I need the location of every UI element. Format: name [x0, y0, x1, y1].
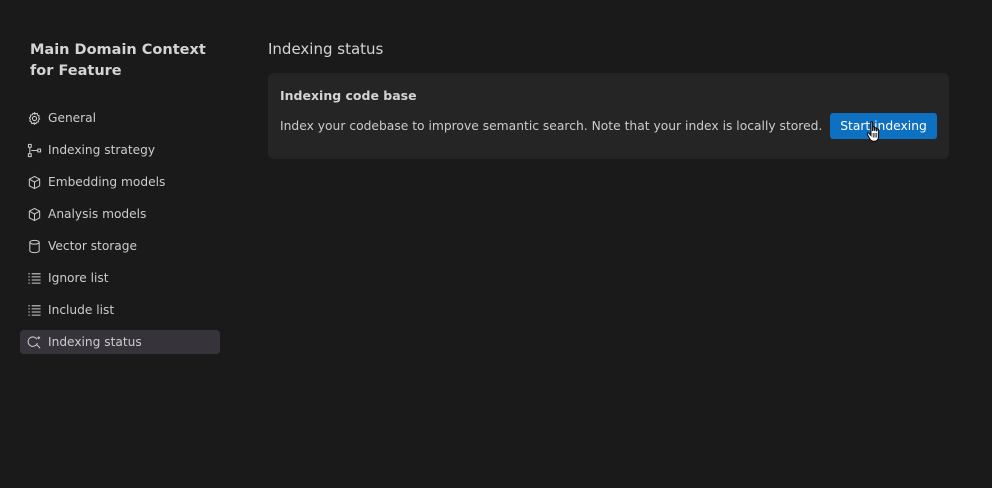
sidebar-item-indexing-strategy[interactable]: Indexing strategy	[20, 138, 220, 162]
database-icon	[26, 238, 42, 254]
sidebar-item-label: Ignore list	[48, 271, 109, 285]
cube-icon	[26, 174, 42, 190]
cube-icon	[26, 206, 42, 222]
sidebar-title: Main Domain Context for Feature	[30, 42, 206, 79]
settings-sidebar: Main Domain Context for Feature General	[20, 40, 220, 354]
sidebar-item-vector-storage[interactable]: Vector storage	[20, 234, 220, 258]
card-description: Index your codebase to improve semantic …	[280, 119, 823, 133]
search-sparkle-icon	[26, 334, 42, 350]
card-title: Indexing code base	[280, 88, 417, 103]
sidebar-item-label: Include list	[48, 303, 115, 317]
indexing-card: Indexing code base Index your codebase t…	[268, 73, 949, 159]
sidebar-nav: General Indexing strategy Embedding mode…	[20, 106, 220, 362]
sidebar-item-include-list[interactable]: Include list	[20, 298, 220, 322]
list-icon	[26, 270, 42, 286]
sidebar-item-label: Vector storage	[48, 239, 138, 253]
sidebar-item-label: General	[48, 111, 97, 125]
sidebar-item-label: Analysis models	[48, 207, 147, 221]
start-indexing-button[interactable]: Start indexing	[830, 113, 937, 139]
list-icon	[26, 302, 42, 318]
sidebar-item-label: Indexing strategy	[48, 143, 156, 157]
page-title: Indexing status	[268, 40, 384, 58]
sidebar-item-label: Indexing status	[48, 335, 142, 349]
sidebar-item-label: Embedding models	[48, 175, 166, 189]
sidebar-item-indexing-status[interactable]: Indexing status	[20, 330, 220, 354]
strategy-icon	[26, 142, 42, 158]
sidebar-item-analysis-models[interactable]: Analysis models	[20, 202, 220, 226]
gear-icon	[26, 110, 42, 126]
sidebar-item-embedding-models[interactable]: Embedding models	[20, 170, 220, 194]
sidebar-item-ignore-list[interactable]: Ignore list	[20, 266, 220, 290]
sidebar-item-general[interactable]: General	[20, 106, 220, 130]
